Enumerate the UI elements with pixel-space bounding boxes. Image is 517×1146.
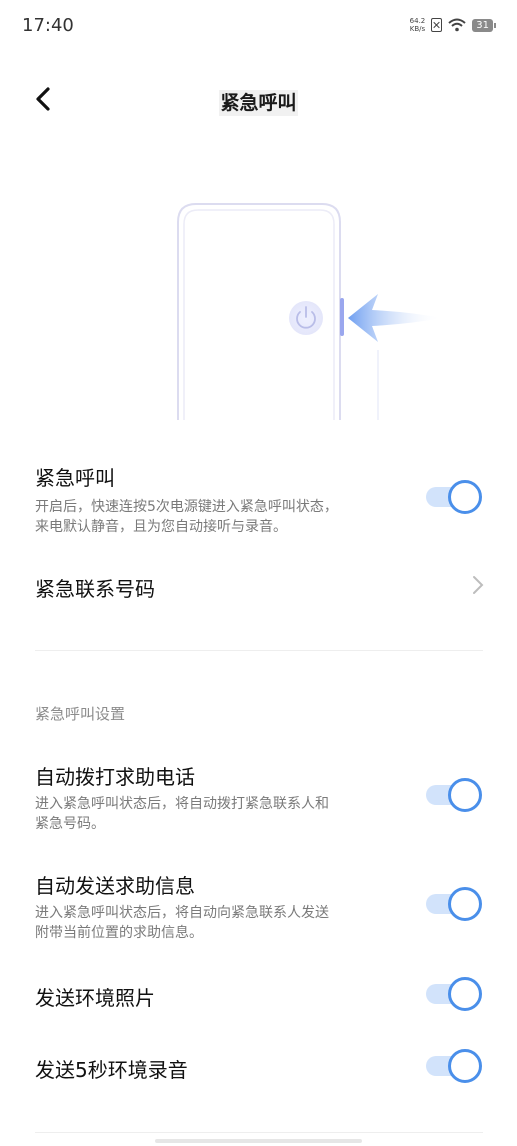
emergency-contacts-item[interactable]: 紧急联系号码: [35, 573, 155, 602]
toggle-knob: [448, 977, 482, 1011]
power-button-illustration: [177, 203, 442, 420]
status-bar: 17:40 64.2 KB/s 31: [0, 0, 517, 52]
page-title: 紧急呼叫: [0, 88, 517, 116]
divider: [35, 1132, 483, 1133]
sim-off-icon: [431, 18, 443, 32]
auto-dial-description: 进入紧急呼叫状态后，将自动拨打紧急联系人和 紧急号码。: [35, 794, 395, 834]
toggle-knob: [448, 480, 482, 514]
network-speed-unit: KB/s: [409, 25, 426, 33]
battery-icon: 31: [472, 18, 496, 32]
emergency-call-toggle[interactable]: [426, 480, 482, 514]
wifi-icon: [448, 18, 466, 32]
auto-message-title: 自动发送求助信息: [35, 874, 195, 898]
emergency-call-desc-line2: 来电默认静音，且为您自动接听与录音。: [35, 519, 287, 535]
auto-message-description: 进入紧急呼叫状态后，将自动向紧急联系人发送 附带当前位置的求助信息。: [35, 903, 395, 943]
divider: [35, 650, 483, 651]
emergency-call-title: 紧急呼叫: [35, 466, 115, 490]
auto-dial-title: 自动拨打求助电话: [35, 765, 195, 789]
send-photo-title: 发送环境照片: [35, 986, 155, 1010]
send-audio-toggle[interactable]: [426, 1049, 482, 1083]
emergency-call-desc-line1: 开启后，快速连按5次电源键进入紧急呼叫状态，: [35, 499, 338, 515]
emergency-call-description: 开启后，快速连按5次电源键进入紧急呼叫状态， 来电默认静音，且为您自动接听与录音…: [35, 497, 395, 537]
send-photo-toggle[interactable]: [426, 977, 482, 1011]
toggle-knob: [448, 1049, 482, 1083]
page-title-text: 紧急呼叫: [219, 90, 298, 116]
arrow-left-icon: [348, 294, 442, 342]
section-label: 紧急呼叫设置: [35, 705, 126, 723]
network-speed: 64.2 KB/s: [410, 17, 426, 33]
home-indicator[interactable]: [155, 1139, 362, 1143]
network-speed-value: 64.2: [409, 17, 426, 25]
auto-dial-desc-line2: 紧急号码。: [35, 816, 105, 832]
toggle-knob: [448, 778, 482, 812]
status-icons: 64.2 KB/s 31: [410, 17, 496, 33]
send-audio-title: 发送5秒环境录音: [35, 1058, 188, 1082]
auto-dial-desc-line1: 进入紧急呼叫状态后，将自动拨打紧急联系人和: [35, 796, 329, 812]
auto-message-toggle[interactable]: [426, 887, 482, 921]
chevron-right-icon[interactable]: [471, 574, 485, 596]
header: 紧急呼叫: [0, 75, 517, 127]
toggle-knob: [448, 887, 482, 921]
auto-message-desc-line2: 附带当前位置的求助信息。: [35, 925, 203, 941]
auto-dial-toggle[interactable]: [426, 778, 482, 812]
status-time: 17:40: [22, 15, 74, 36]
auto-message-desc-line1: 进入紧急呼叫状态后，将自动向紧急联系人发送: [35, 905, 329, 921]
